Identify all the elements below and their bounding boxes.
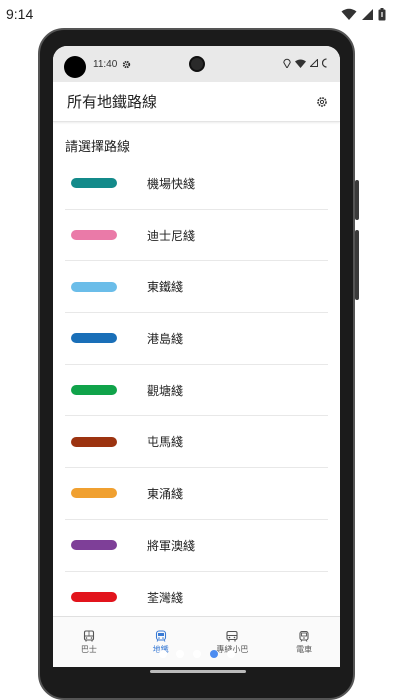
settings-icon[interactable]	[316, 96, 328, 108]
nav-tab-tram[interactable]: 電車	[268, 617, 340, 667]
bottom-navigation: 巴士 地鐵 專綫小巴 電車	[53, 616, 340, 667]
line-item-disneyland-resort[interactable]: 迪士尼綫	[65, 210, 328, 262]
camera-cutout	[64, 56, 86, 78]
app-bar: 所有地鐵路線	[53, 82, 340, 122]
line-name: 東涌綫	[147, 486, 184, 501]
line-name: 觀塘綫	[147, 383, 184, 398]
location-icon	[283, 58, 291, 68]
nav-tab-bus[interactable]: 巴士	[53, 617, 125, 667]
page-dot[interactable]	[227, 650, 235, 658]
battery-icon	[378, 7, 386, 20]
settings-gear-icon	[123, 60, 131, 68]
line-color-swatch	[71, 436, 117, 447]
line-color-swatch	[71, 281, 117, 292]
host-status-bar: 9:14	[0, 0, 394, 28]
device-status-bar: 11:40	[53, 46, 340, 82]
host-clock: 9:14	[6, 6, 34, 22]
page-dot[interactable]	[176, 650, 184, 658]
page-title: 所有地鐵路線	[67, 93, 158, 111]
line-item-island[interactable]: 港島綫	[65, 313, 328, 365]
battery-icon	[322, 58, 327, 68]
line-item-tseung-kwan-o[interactable]: 將軍澳綫	[65, 520, 328, 572]
device-clock: 11:40	[93, 58, 118, 70]
device-screen: 11:40 所有地鐵路線 請選擇路線 機場快綫 迪士尼綫 東鐵綫 港島綫 觀塘綫…	[53, 46, 340, 667]
line-color-swatch	[71, 540, 117, 551]
home-indicator	[150, 670, 246, 673]
device-frame: 11:40 所有地鐵路線 請選擇路線 機場快綫 迪士尼綫 東鐵綫 港島綫 觀塘綫…	[38, 28, 359, 700]
line-color-swatch	[71, 488, 117, 499]
line-name: 荃灣綫	[147, 590, 184, 605]
line-list: 機場快綫 迪士尼綫 東鐵綫 港島綫 觀塘綫 屯馬綫 東涌綫 將軍澳綫 荃灣綫	[53, 158, 340, 623]
line-item-east-rail[interactable]: 東鐵綫	[65, 261, 328, 314]
page-dot[interactable]	[193, 650, 201, 658]
line-name: 將軍澳綫	[147, 538, 196, 553]
nav-tab-minibus[interactable]: 專綫小巴	[197, 617, 269, 667]
wifi-icon	[341, 8, 357, 20]
device-status-icons	[283, 58, 328, 68]
line-item-tuen-ma[interactable]: 屯馬綫	[65, 416, 328, 469]
page-dot[interactable]	[210, 650, 218, 658]
line-name: 港島綫	[147, 331, 184, 346]
line-item-airport-express[interactable]: 機場快綫	[65, 158, 328, 210]
bus-icon	[83, 629, 94, 641]
wifi-icon	[295, 59, 306, 68]
line-color-swatch	[71, 178, 117, 189]
line-item-tung-chung[interactable]: 東涌綫	[65, 468, 328, 520]
line-color-swatch	[71, 333, 117, 344]
line-item-kwun-tong[interactable]: 觀塘綫	[65, 365, 328, 417]
line-color-swatch	[71, 230, 117, 241]
line-name: 機場快綫	[147, 176, 196, 191]
line-name: 迪士尼綫	[147, 228, 196, 243]
metro-icon	[155, 629, 166, 642]
front-camera	[189, 56, 205, 72]
line-name: 屯馬綫	[147, 435, 184, 450]
host-status-icons	[341, 7, 386, 21]
power-button	[355, 230, 359, 300]
minibus-icon	[226, 630, 238, 641]
line-name: 東鐵綫	[147, 280, 184, 295]
cell-signal-icon	[310, 59, 318, 67]
line-color-swatch	[71, 385, 117, 396]
line-color-swatch	[71, 592, 117, 603]
volume-button	[355, 180, 359, 220]
nav-tab-metro[interactable]: 地鐵	[125, 617, 197, 667]
section-heading: 請選擇路線	[65, 140, 131, 155]
page-indicator	[0, 650, 394, 658]
tram-icon	[299, 630, 309, 642]
cell-signal-icon	[362, 8, 373, 20]
page-dot[interactable]	[159, 650, 167, 658]
